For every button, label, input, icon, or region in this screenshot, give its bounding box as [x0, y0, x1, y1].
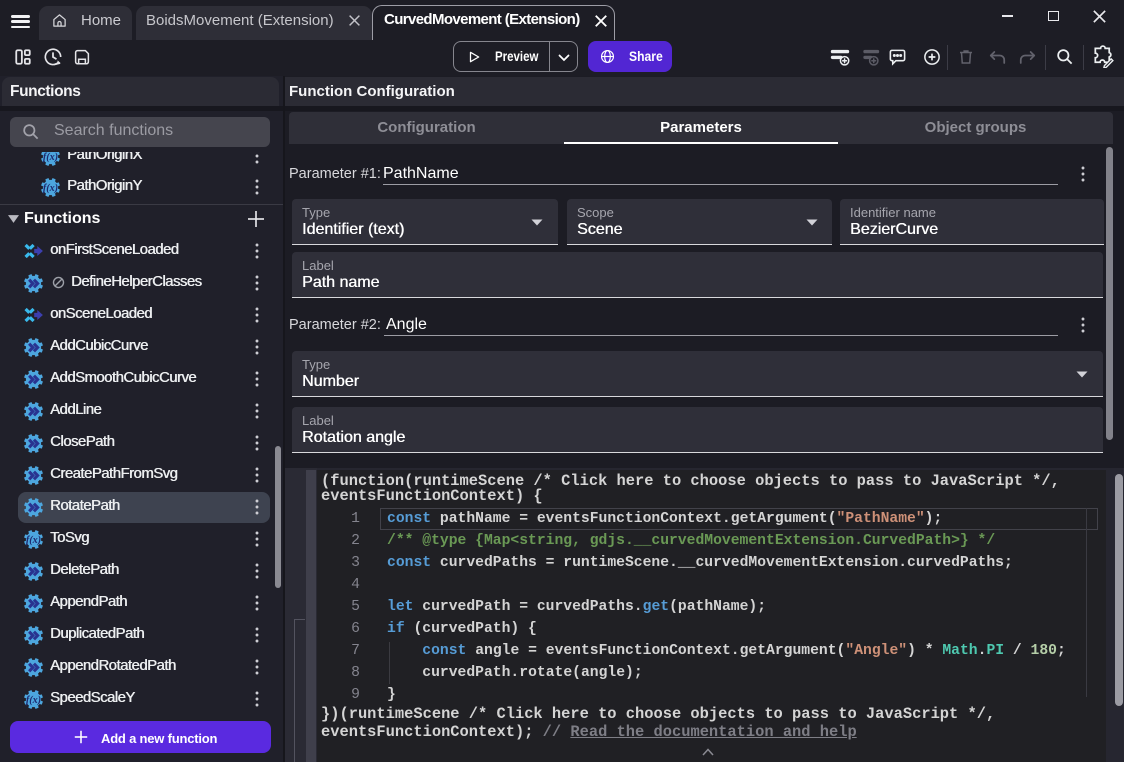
svg-text:f(x): f(x)	[26, 534, 41, 545]
svg-text:f(x): f(x)	[26, 694, 41, 705]
svg-text:f(x): f(x)	[43, 182, 58, 193]
svg-text:f(x): f(x)	[43, 151, 58, 162]
